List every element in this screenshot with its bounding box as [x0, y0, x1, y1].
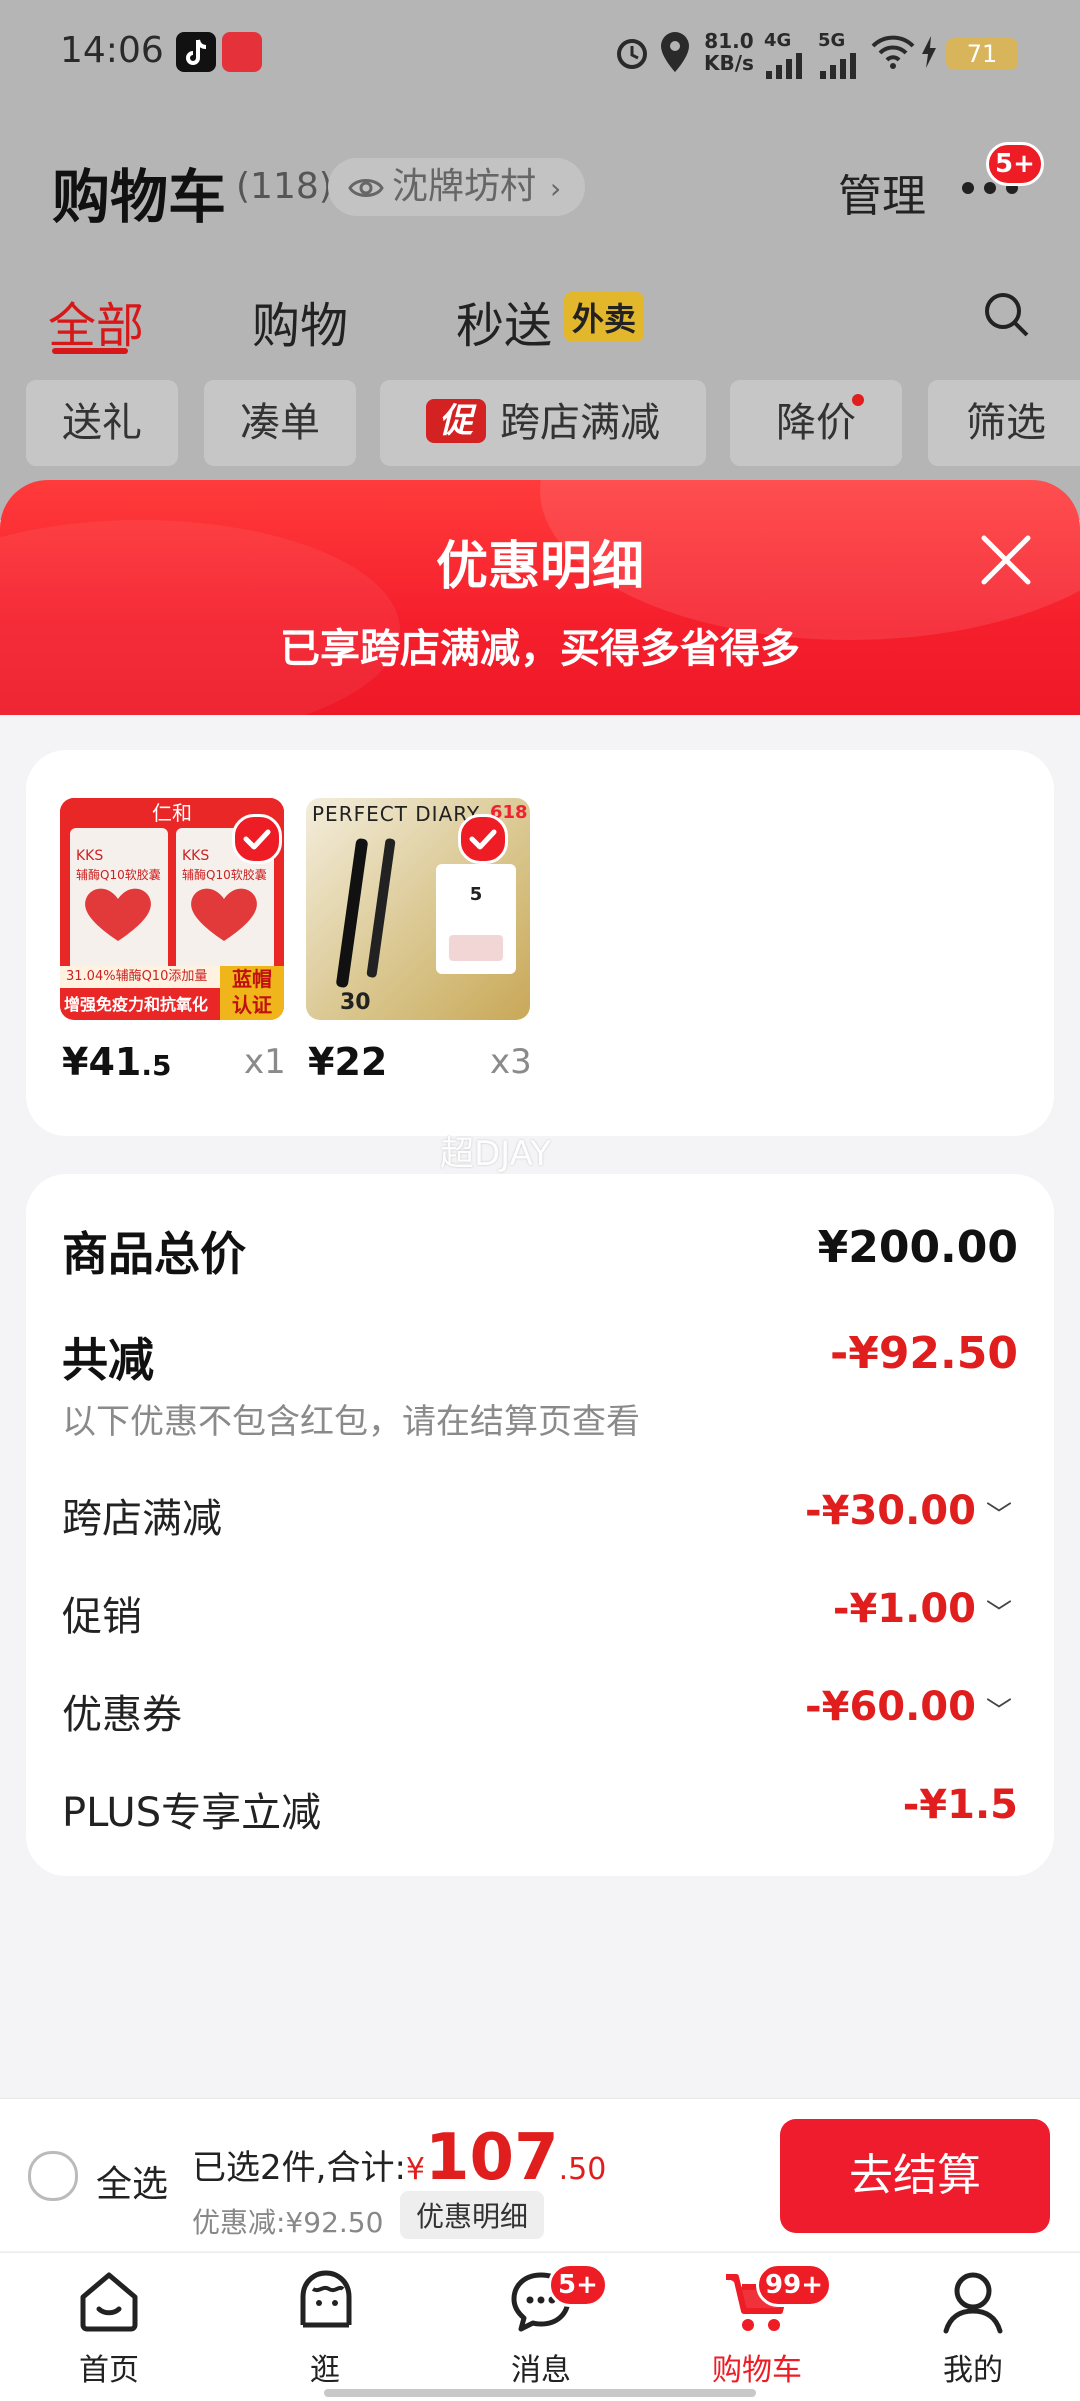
selected-check-icon[interactable]	[458, 814, 508, 864]
eyeliner-pen-2	[366, 837, 396, 979]
takeout-tag: 外卖	[564, 292, 645, 342]
more-badge: 5+	[986, 142, 1044, 186]
watermark: 超DJAY	[440, 1134, 551, 1174]
chevron-down-icon: ﹀	[985, 1697, 1012, 1727]
sheet-subtitle: 已享跨店满减，买得多省得多	[280, 626, 800, 672]
nav-label: 消息	[511, 2353, 571, 2388]
select-all-label[interactable]: 全选	[96, 2155, 168, 2207]
home-icon	[80, 2272, 138, 2332]
brand-name: PERFECT DIARY	[312, 802, 481, 826]
row-promotion-value[interactable]: -¥1.00 ﹀	[833, 1586, 1012, 1632]
row-cross-store-label: 跨店满减	[62, 1496, 222, 1542]
row-coupon-label: 优惠券	[62, 1692, 182, 1738]
bottom-nav: 首页 逛 消息 5+ 购物车 99+ 我的	[0, 2252, 1080, 2401]
checkout-bar: 全选 已选2件,合计:¥107.50 优惠减:¥92.50 优惠明细 去结算	[0, 2098, 1080, 2251]
gift-box: 5	[436, 864, 516, 974]
location-label: 沈牌坊村	[392, 166, 537, 207]
chevron-down-icon: ﹀	[985, 1501, 1012, 1531]
row-coupon-value[interactable]: -¥60.00 ﹀	[805, 1684, 1012, 1730]
signal-4g-icon: 4G	[764, 30, 804, 81]
selected-total: 已选2件,合计:¥107.50	[192, 2121, 607, 2195]
nav-label: 购物车	[712, 2353, 802, 2388]
location-icon	[658, 30, 692, 78]
battery-indicator: 71	[946, 38, 1018, 70]
product-pct: 31.04%辅酶Q10添加量	[60, 966, 226, 988]
tab-shopping[interactable]: 购物	[252, 286, 348, 356]
eyeliner-pen	[335, 837, 369, 989]
product-price: ¥22	[308, 1040, 388, 1084]
tab-underline	[52, 348, 128, 354]
wifi-icon	[870, 34, 916, 74]
discount-value: -¥92.50	[829, 1328, 1018, 1379]
blue-hat-certified-tag: 蓝帽 认证	[220, 966, 284, 1020]
nav-label: 逛	[310, 2353, 340, 2388]
discount-label: 共减	[62, 1333, 154, 1387]
red-dot	[852, 394, 864, 406]
select-all-checkbox[interactable]	[28, 2151, 78, 2201]
product-image-coq10[interactable]: 仁和 KKS 辅酶Q10软胶囊 KKS 辅酶Q10软胶囊 31.04%辅酶Q10…	[60, 798, 284, 1020]
browse-icon	[300, 2270, 352, 2328]
location-selector[interactable]: 沈牌坊村 ›	[328, 158, 586, 216]
row-plus-label: PLUS专享立减	[62, 1790, 322, 1836]
signal-5g-icon: 5G	[818, 30, 858, 81]
discount-sheet-header: 优惠明细 已享跨店满减，买得多省得多	[0, 480, 1080, 715]
price-summary-card: 商品总价 ¥200.00 共减 -¥92.50 以下优惠不包含红包，请在结算页查…	[26, 1174, 1054, 1876]
promo-number: 30	[340, 990, 371, 1015]
chevron-right-icon: ›	[550, 172, 562, 205]
saved-amount: 优惠减:¥92.50	[192, 2206, 384, 2239]
manage-button[interactable]: 管理	[838, 160, 926, 224]
close-icon[interactable]	[978, 532, 1034, 592]
cart-badge: 99+	[756, 2263, 832, 2307]
messages-badge: 5+	[548, 2263, 608, 2307]
promo-tag: 促	[426, 399, 486, 443]
product-qty: x1	[244, 1042, 286, 1082]
product-qty: x3	[490, 1042, 532, 1082]
row-plus-value: -¥1.5	[902, 1782, 1018, 1828]
chip-gift[interactable]: 送礼	[26, 380, 178, 466]
chip-price-drop[interactable]: 降价	[730, 380, 902, 466]
charging-icon	[920, 36, 938, 72]
search-icon[interactable]	[982, 290, 1032, 344]
page-title: 购物车	[52, 163, 227, 231]
nav-browse[interactable]: 逛	[260, 2267, 390, 2388]
checkout-button[interactable]: 去结算	[780, 2119, 1050, 2233]
total-label: 商品总价	[62, 1227, 246, 1281]
profile-icon	[943, 2272, 1003, 2334]
product-slogan: 增强免疫力和抗氧化	[64, 995, 209, 1014]
row-cross-store-value[interactable]: -¥30.00 ﹀	[805, 1488, 1012, 1534]
shopping-app-icon	[222, 32, 262, 72]
cart-page-dimmed: 14:06 81.0 KB/s 4G 5G 71 购物车 (118) 沈牌坊村 › …	[0, 0, 1080, 520]
nav-home[interactable]: 首页	[44, 2267, 174, 2388]
alarm-icon	[612, 32, 652, 76]
discount-note: 以下优惠不包含红包，请在结算页查看	[62, 1402, 640, 1442]
chip-label: 筛选	[966, 400, 1046, 446]
product-price: ¥41.5	[62, 1040, 172, 1084]
product-image-eyeliner[interactable]: PERFECT DIARY 618 5 30	[306, 798, 530, 1020]
cart-count: (118)	[236, 166, 333, 207]
products-card: 仁和 KKS 辅酶Q10软胶囊 KKS 辅酶Q10软胶囊 31.04%辅酶Q10…	[26, 750, 1054, 1136]
nav-profile[interactable]: 我的	[908, 2267, 1038, 2388]
tiktok-icon	[176, 32, 216, 72]
tab-instant-delivery[interactable]: 秒送	[456, 286, 552, 356]
nav-label: 我的	[943, 2353, 1003, 2388]
box-left: KKS 辅酶Q10软胶囊	[70, 828, 168, 978]
network-speed: 81.0 KB/s	[704, 29, 754, 75]
chip-label: 跨店满减	[500, 400, 660, 446]
sheet-title: 优惠明细	[435, 537, 644, 597]
chip-add-on[interactable]: 凑单	[204, 380, 356, 466]
discount-detail-button[interactable]: 优惠明细	[400, 2191, 545, 2239]
tab-all[interactable]: 全部	[48, 286, 144, 356]
chip-cross-store-discount[interactable]: 促跨店满减	[380, 380, 706, 466]
selected-check-icon[interactable]	[232, 814, 282, 864]
home-indicator[interactable]	[324, 2389, 756, 2397]
total-value: ¥200.00	[817, 1222, 1018, 1273]
chevron-down-icon: ﹀	[985, 1599, 1012, 1629]
row-promotion-label: 促销	[62, 1594, 142, 1640]
nav-label: 首页	[79, 2353, 139, 2388]
status-time: 14:06	[60, 30, 164, 71]
chip-filter[interactable]: 筛选	[928, 380, 1080, 466]
